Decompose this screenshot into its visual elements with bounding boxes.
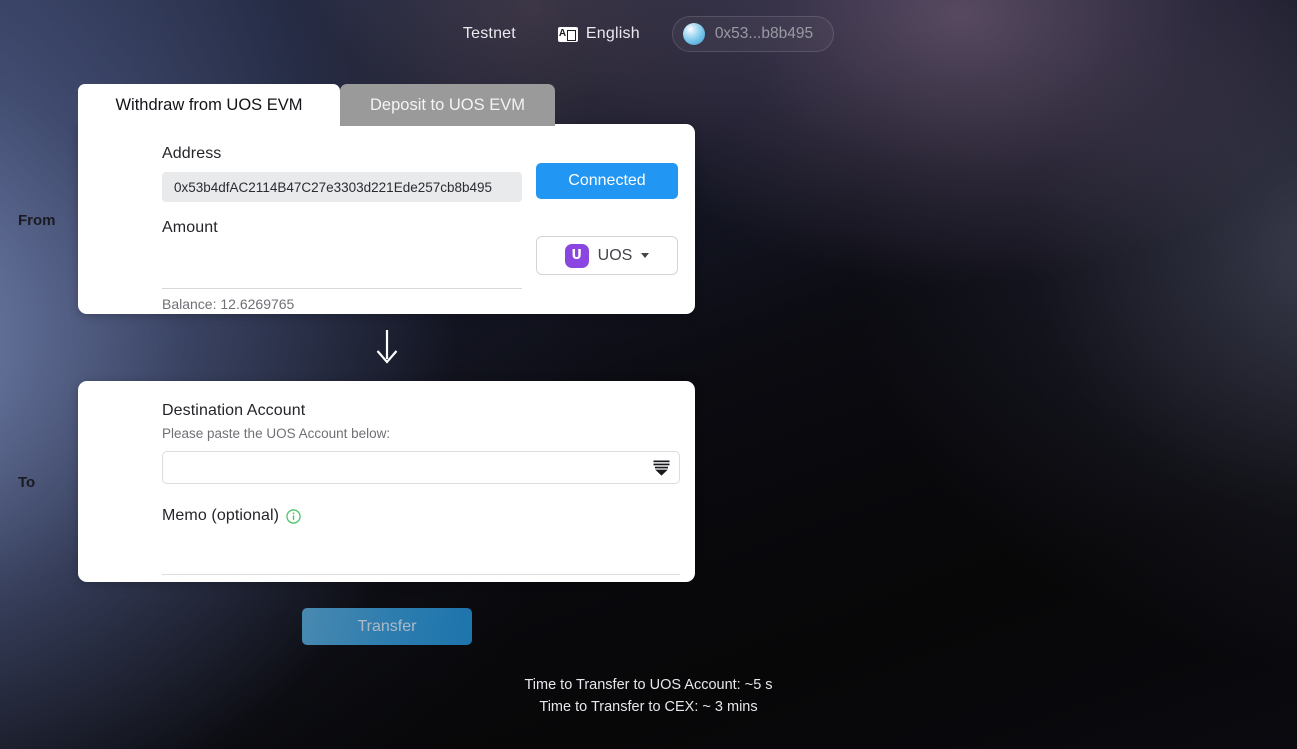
address-field-group: Address 0x53b4dfAC2114B47C27e3303d221Ede…: [162, 145, 522, 202]
amount-input-wrapper: [162, 263, 522, 289]
stacked-chevron-icon[interactable]: [652, 459, 671, 477]
language-switcher[interactable]: English: [557, 25, 640, 43]
destination-account-input[interactable]: [173, 459, 652, 476]
from-side-label: From: [18, 212, 56, 229]
app-root: Testnet English 0x53...b8b495 Withdraw f…: [0, 0, 1297, 749]
transfer-time-cex: Time to Transfer to CEX: ~ 3 mins: [539, 699, 758, 715]
memo-title-line: Memo (optional): [162, 507, 680, 525]
memo-input[interactable]: [162, 549, 680, 574]
top-bar: Testnet English 0x53...b8b495: [0, 0, 1297, 68]
destination-field-group: Destination Account Please paste the UOS…: [162, 402, 680, 484]
amount-field-group: Amount Balance: 12.6269765: [162, 219, 522, 312]
transfer-button[interactable]: Transfer: [302, 608, 472, 645]
uos-token-glyph: U: [571, 248, 582, 263]
wallet-chip[interactable]: 0x53...b8b495: [671, 16, 835, 52]
token-selector[interactable]: U UOS: [536, 236, 678, 275]
tab-withdraw-label: Withdraw from UOS EVM: [115, 95, 303, 114]
to-side-label: To: [18, 474, 36, 491]
transfer-time-uos-account: Time to Transfer to UOS Account: ~5 s: [524, 677, 773, 693]
destination-account-label: Destination Account: [162, 402, 306, 419]
tab-deposit-label: Deposit to UOS EVM: [370, 95, 525, 114]
memo-input-wrapper: [162, 549, 680, 575]
amount-label: Amount: [162, 219, 218, 236]
tab-deposit-to-uos-evm[interactable]: Deposit to UOS EVM: [340, 84, 555, 126]
connect-wallet-button[interactable]: Connected: [536, 163, 678, 199]
wallet-address-label: 0x53...b8b495: [714, 25, 814, 42]
wallet-orb-icon: [682, 23, 705, 45]
tab-withdraw-from-uos-evm[interactable]: Withdraw from UOS EVM: [78, 84, 340, 126]
transfer-time-notes: Time to Transfer to UOS Account: ~5 s Ti…: [0, 674, 1297, 718]
uos-token-icon: U: [564, 243, 589, 268]
destination-account-hint: Please paste the UOS Account below:: [162, 426, 391, 441]
caret-down-icon: [641, 253, 650, 258]
translate-icon: [557, 26, 578, 42]
info-icon[interactable]: [286, 508, 301, 524]
address-label: Address: [162, 145, 222, 162]
token-symbol-label: UOS: [597, 246, 633, 264]
arrow-down-icon: [376, 330, 398, 364]
memo-field-group: Memo (optional): [162, 507, 680, 575]
amount-input[interactable]: [162, 263, 522, 288]
network-indicator[interactable]: Testnet: [463, 25, 516, 43]
bridge-tabs: Withdraw from UOS EVM Deposit to UOS EVM: [78, 84, 555, 126]
balance-label: Balance: 12.6269765: [162, 296, 295, 312]
memo-label: Memo (optional): [162, 507, 280, 524]
destination-input-wrapper: [162, 451, 680, 484]
address-value[interactable]: 0x53b4dfAC2114B47C27e3303d221Ede257cb8b4…: [162, 172, 522, 202]
language-label: English: [585, 25, 640, 42]
